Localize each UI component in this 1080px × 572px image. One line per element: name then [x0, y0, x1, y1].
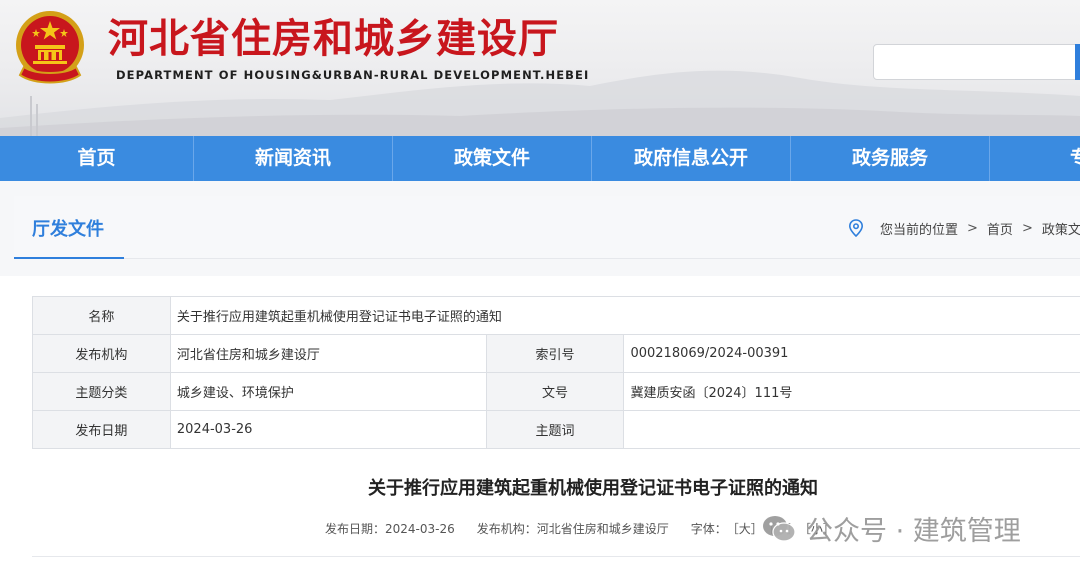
publisher: 发布机构：河北省住房和城乡建设厅: [476, 522, 669, 536]
main-nav: 首页 新闻资讯 政策文件 政府信息公开 政务服务 专题: [0, 136, 1080, 181]
breadcrumb-separator: >: [1021, 220, 1033, 236]
location-label: 您当前的位置: [880, 222, 959, 238]
breadcrumb: 您当前的位置 > 首页 > 政策文: [848, 218, 1080, 238]
table-row: 主题分类 城乡建设、环境保护 文号 冀建质安函〔2024〕111号: [32, 372, 1080, 411]
field-label-date: 发布日期: [32, 410, 171, 449]
field-value-date: 2024-03-26: [169, 410, 487, 449]
field-value-category: 城乡建设、环境保护: [169, 372, 487, 411]
site-title: 河北省住房和城乡建设厅: [108, 16, 559, 62]
field-value-publisher: 河北省住房和城乡建设厅: [169, 334, 487, 373]
search-input[interactable]: [873, 44, 1080, 80]
section-underline: [14, 257, 124, 259]
site-subtitle: DEPARTMENT OF HOUSING&URBAN-RURAL DEVELO…: [116, 68, 590, 82]
field-value-keywords: [623, 410, 1080, 449]
breadcrumb-separator: >: [967, 220, 978, 236]
nav-item-news[interactable]: 新闻资讯: [194, 136, 393, 181]
national-emblem-icon: [16, 11, 84, 84]
article-meta: 发布日期：2024-03-26 发布机构：河北省住房和城乡建设厅 字体： ［大］…: [325, 520, 835, 537]
watermark: 公众号 · 建筑管理: [762, 509, 1021, 548]
breadcrumb-bar: 厅发文件 您当前的位置 > 首页 > 政策文: [0, 181, 1080, 276]
search-button[interactable]: [1075, 44, 1080, 80]
wechat-icon: [763, 515, 796, 542]
field-value-index: 000218069/2024-00391: [623, 334, 1080, 373]
section-title: 厅发文件: [32, 219, 104, 240]
field-value-doc-number: 冀建质安函〔2024〕111号: [623, 372, 1080, 411]
watermark-text: 公众号 · 建筑管理: [806, 516, 1021, 547]
document-info-table: 名称 关于推行应用建筑起重机械使用登记证书电子证照的通知 发布机构 河北省住房和…: [32, 296, 1080, 449]
nav-item-topics[interactable]: 专题: [990, 136, 1080, 181]
nav-item-policy[interactable]: 政策文件: [393, 136, 592, 181]
publish-date: 发布日期：2024-03-26: [325, 522, 455, 536]
breadcrumb-home[interactable]: 首页: [987, 219, 1013, 238]
field-label-index: 索引号: [485, 334, 625, 373]
article-title: 关于推行应用建筑起重机械使用登记证书电子证照的通知: [368, 478, 818, 499]
field-label-category: 主题分类: [32, 372, 171, 411]
breadcrumb-policy[interactable]: 政策文: [1042, 219, 1080, 238]
nav-item-gov-info[interactable]: 政府信息公开: [592, 136, 791, 181]
field-label-name: 名称: [32, 296, 171, 335]
table-row: 发布机构 河北省住房和城乡建设厅 索引号 000218069/2024-0039…: [32, 334, 1080, 373]
field-label-doc-number: 文号: [485, 372, 625, 411]
font-size-label: 字体：: [690, 522, 727, 536]
field-label-publisher: 发布机构: [32, 334, 171, 373]
table-row: 名称 关于推行应用建筑起重机械使用登记证书电子证照的通知: [32, 296, 1080, 335]
nav-item-home[interactable]: 首页: [0, 136, 194, 181]
field-value-name: 关于推行应用建筑起重机械使用登记证书电子证照的通知: [169, 296, 1080, 335]
field-label-keywords: 主题词: [485, 410, 625, 449]
nav-item-services[interactable]: 政务服务: [791, 136, 990, 181]
font-size-large-button[interactable]: ［大］: [727, 520, 763, 537]
divider: [124, 258, 1080, 259]
location-pin-icon: [848, 219, 864, 237]
table-row: 发布日期 2024-03-26 主题词: [32, 410, 1080, 449]
site-header: 河北省住房和城乡建设厅 DEPARTMENT OF HOUSING&URBAN-…: [0, 0, 1080, 136]
divider: [32, 556, 1080, 557]
